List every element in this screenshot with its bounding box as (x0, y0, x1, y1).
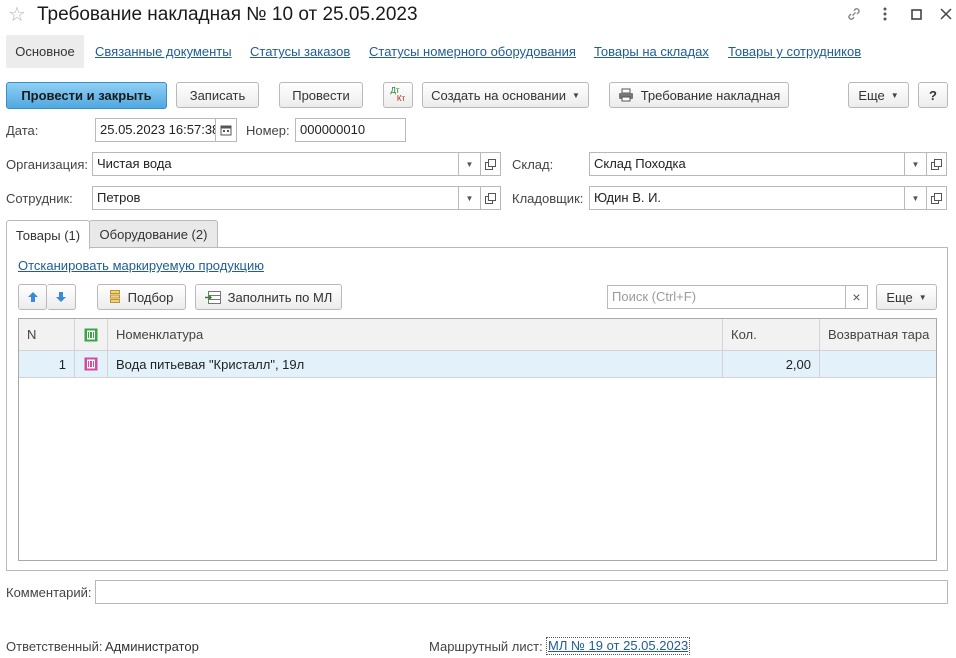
storekeeper-open-icon[interactable] (927, 186, 947, 210)
table-header: N Номенклатура Кол. Возвратная тара (19, 319, 936, 351)
chevron-down-icon: ▼ (890, 90, 899, 100)
marking-code-icon (84, 328, 98, 341)
column-header-marking[interactable] (75, 319, 108, 350)
comment-label: Комментарий: (6, 585, 92, 600)
link-icon[interactable] (845, 5, 863, 23)
fill-table-icon (204, 290, 221, 304)
nav-tab-related-docs[interactable]: Связанные документы (95, 43, 232, 61)
employee-field[interactable]: Петров (92, 186, 459, 210)
calendar-icon[interactable] (216, 118, 237, 142)
number-field[interactable]: 000000010 (295, 118, 406, 142)
comment-field[interactable] (95, 580, 948, 604)
row-nomenclature: Вода питьевая "Кристалл", 19л (108, 351, 723, 377)
organization-dropdown-icon[interactable]: ▼ (459, 152, 481, 176)
nav-tab-equipment-statuses[interactable]: Статусы номерного оборудования (369, 43, 576, 61)
date-field[interactable]: 25.05.2023 16:57:38 (95, 118, 216, 142)
dt-kt-icon[interactable]: Дт Кт (383, 82, 413, 108)
storekeeper-dropdown-icon[interactable]: ▼ (905, 186, 927, 210)
create-based-on-button[interactable]: Создать на основании ▼ (422, 82, 589, 108)
column-header-qty[interactable]: Кол. (723, 319, 820, 350)
number-label: Номер: (246, 123, 290, 138)
move-down-button[interactable] (47, 284, 76, 310)
chevron-down-icon: ▼ (918, 292, 927, 302)
warehouse-field[interactable]: Склад Походка (589, 152, 905, 176)
fill-by-route-label: Заполнить по МЛ (227, 289, 333, 305)
route-sheet-label: Маршрутный лист: (429, 639, 543, 654)
printer-icon (618, 88, 633, 102)
goods-more-label: Еще (886, 289, 913, 305)
row-marking-icon (75, 351, 108, 377)
more-vertical-icon[interactable] (876, 5, 894, 23)
print-requisition-label: Требование накладная (640, 87, 781, 103)
employee-label: Сотрудник: (6, 191, 73, 206)
more-label: Еще (858, 87, 885, 103)
selection-stack-icon (109, 290, 120, 303)
goods-table: N Номенклатура Кол. Возвратная тара 1 Во… (18, 318, 937, 561)
responsible-value: Администратор (105, 639, 199, 654)
arrow-down-icon (56, 292, 66, 302)
chevron-down-icon: ▼ (571, 90, 580, 100)
employee-dropdown-icon[interactable]: ▼ (459, 186, 481, 210)
storekeeper-label: Кладовщик: (512, 191, 584, 206)
post-button[interactable]: Провести (279, 82, 363, 108)
warehouse-label: Склад: (512, 157, 554, 172)
post-and-close-button[interactable]: Провести и закрыть (6, 82, 167, 109)
close-icon[interactable] (937, 5, 955, 23)
arrow-up-icon (27, 292, 38, 302)
column-header-return-container[interactable]: Возвратная тара (820, 319, 936, 350)
warehouse-open-icon[interactable] (927, 152, 947, 176)
move-up-button[interactable] (18, 284, 47, 310)
nav-tab-employee-goods[interactable]: Товары у сотрудников (728, 43, 861, 61)
pick-button[interactable]: Подбор (97, 284, 186, 310)
warehouse-dropdown-icon[interactable]: ▼ (905, 152, 927, 176)
nav-tab-order-statuses[interactable]: Статусы заказов (250, 43, 350, 61)
maximize-icon[interactable] (907, 5, 925, 23)
employee-open-icon[interactable] (481, 186, 501, 210)
more-button[interactable]: Еще ▼ (848, 82, 909, 108)
window-title: Требование накладная № 10 от 25.05.2023 (37, 4, 418, 25)
tab-equipment[interactable]: Оборудование (2) (89, 220, 218, 248)
favorite-star-icon[interactable]: ☆ (8, 4, 26, 26)
kt-label: Кт (396, 94, 406, 103)
goods-more-button[interactable]: Еще ▼ (876, 284, 937, 310)
organization-label: Организация: (6, 157, 89, 172)
create-based-on-label: Создать на основании (431, 87, 566, 103)
row-return-container (820, 351, 936, 377)
responsible-label: Ответственный: (6, 639, 103, 654)
route-sheet-link[interactable]: МЛ № 19 от 25.05.2023 (545, 637, 691, 655)
table-row[interactable]: 1 Вода питьевая "Кристалл", 19л 2,00 (19, 351, 936, 378)
pick-label: Подбор (127, 289, 174, 305)
row-number: 1 (19, 351, 75, 377)
print-requisition-button[interactable]: Требование накладная (609, 82, 789, 108)
column-header-nomenclature[interactable]: Номенклатура (108, 319, 723, 350)
help-button[interactable]: ? (918, 82, 948, 108)
tab-goods[interactable]: Товары (1) (6, 220, 90, 249)
scan-marked-products-link[interactable]: Отсканировать маркируемую продукцию (18, 258, 264, 273)
search-input[interactable]: Поиск (Ctrl+F) (607, 285, 846, 309)
nav-tab-main[interactable]: Основное (6, 35, 84, 68)
row-qty: 2,00 (723, 351, 820, 377)
nav-tab-warehouse-goods[interactable]: Товары на складах (594, 43, 709, 61)
storekeeper-field[interactable]: Юдин В. И. (589, 186, 905, 210)
fill-by-route-button[interactable]: Заполнить по МЛ (195, 284, 342, 310)
organization-field[interactable]: Чистая вода (92, 152, 459, 176)
save-button[interactable]: Записать (176, 82, 259, 108)
date-label: Дата: (6, 123, 39, 138)
column-header-n[interactable]: N (19, 319, 75, 350)
search-clear-icon[interactable]: × (846, 285, 868, 309)
organization-open-icon[interactable] (481, 152, 501, 176)
